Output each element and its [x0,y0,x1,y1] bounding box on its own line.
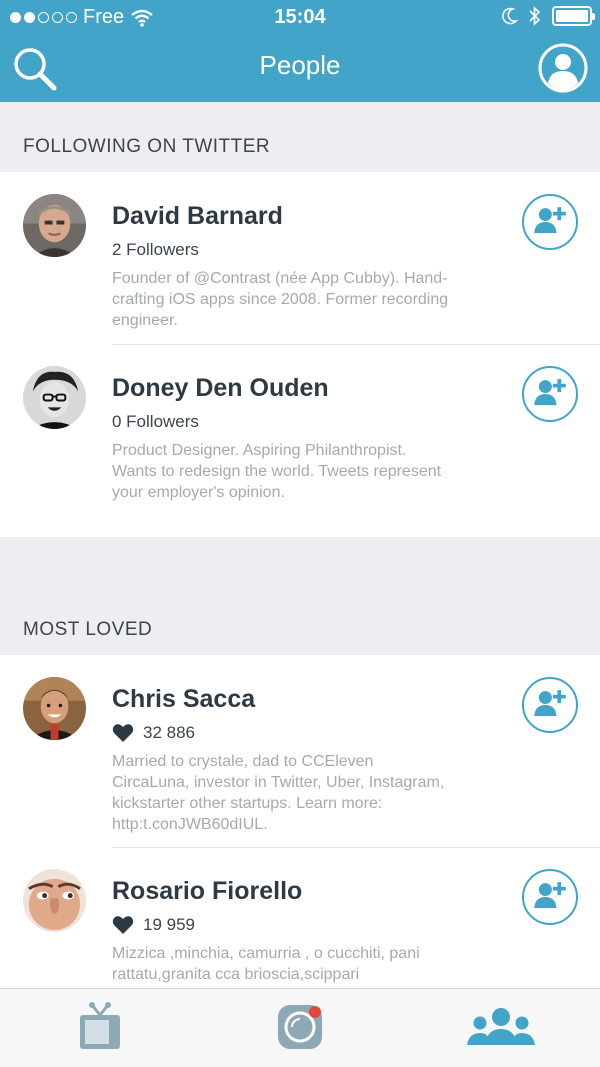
person-name: Chris Sacca [112,685,256,713]
tab-bar [0,988,600,1067]
moon-icon [502,7,518,25]
list-item[interactable]: Rosario Fiorello 19 959 Mizzica ,minchia… [0,847,600,988]
status-right [502,6,595,26]
status-bar: Free 15:04 [0,0,600,34]
person-bio: Product Designer. Aspiring Philanthropis… [112,442,442,501]
list-item[interactable]: Doney Den Ouden 0 Followers Product Desi… [0,344,600,537]
person-bio: Founder of @Contrast (née App Cubby). Ha… [112,270,449,329]
likes-count: 19 959 [112,915,195,935]
bluetooth-icon [529,6,541,26]
camera-icon[interactable] [270,1001,330,1053]
page-title: People [259,50,341,80]
likes-value: 19 959 [143,915,195,934]
section-title: FOLLOWING ON TWITTER [23,136,271,157]
add-user-button[interactable] [522,869,578,925]
tv-icon[interactable] [70,1001,130,1053]
heart-icon [112,724,134,742]
most-loved-list: Chris Sacca 32 886 Married to crystale, … [0,655,600,988]
list-item[interactable]: David Barnard 2 Followers Founder of @Co… [0,172,600,344]
battery-icon [552,6,595,26]
likes-value: 32 886 [143,723,195,742]
likes-count: 32 886 [112,723,195,743]
nav-bar: People [0,34,600,102]
add-user-button[interactable] [522,194,578,250]
section-header-most-loved: MOST LOVED [0,537,600,655]
heart-icon [112,916,134,934]
add-user-button[interactable] [522,677,578,733]
profile-icon[interactable] [538,43,588,93]
following-list: David Barnard 2 Followers Founder of @Co… [0,172,600,537]
section-title: MOST LOVED [23,619,153,640]
top-bar: Free 15:04 People [0,0,600,102]
avatar [23,194,86,257]
person-name: Doney Den Ouden [112,374,329,402]
avatar [23,677,86,740]
person-bio: Mizzica ,minchia, camurria , o cucchiti,… [112,945,420,983]
followers-count: 0 Followers [112,412,199,431]
followers-count: 2 Followers [112,240,199,259]
list-item[interactable]: Chris Sacca 32 886 Married to crystale, … [0,655,600,847]
people-icon[interactable] [465,1001,537,1053]
person-name: David Barnard [112,202,283,230]
person-bio: Married to crystale, dad to CCEleven Cir… [112,753,445,833]
person-name: Rosario Fiorello [112,877,303,905]
section-header-following: FOLLOWING ON TWITTER [0,102,600,172]
add-user-button[interactable] [522,366,578,422]
avatar [23,366,86,429]
avatar [23,869,86,932]
